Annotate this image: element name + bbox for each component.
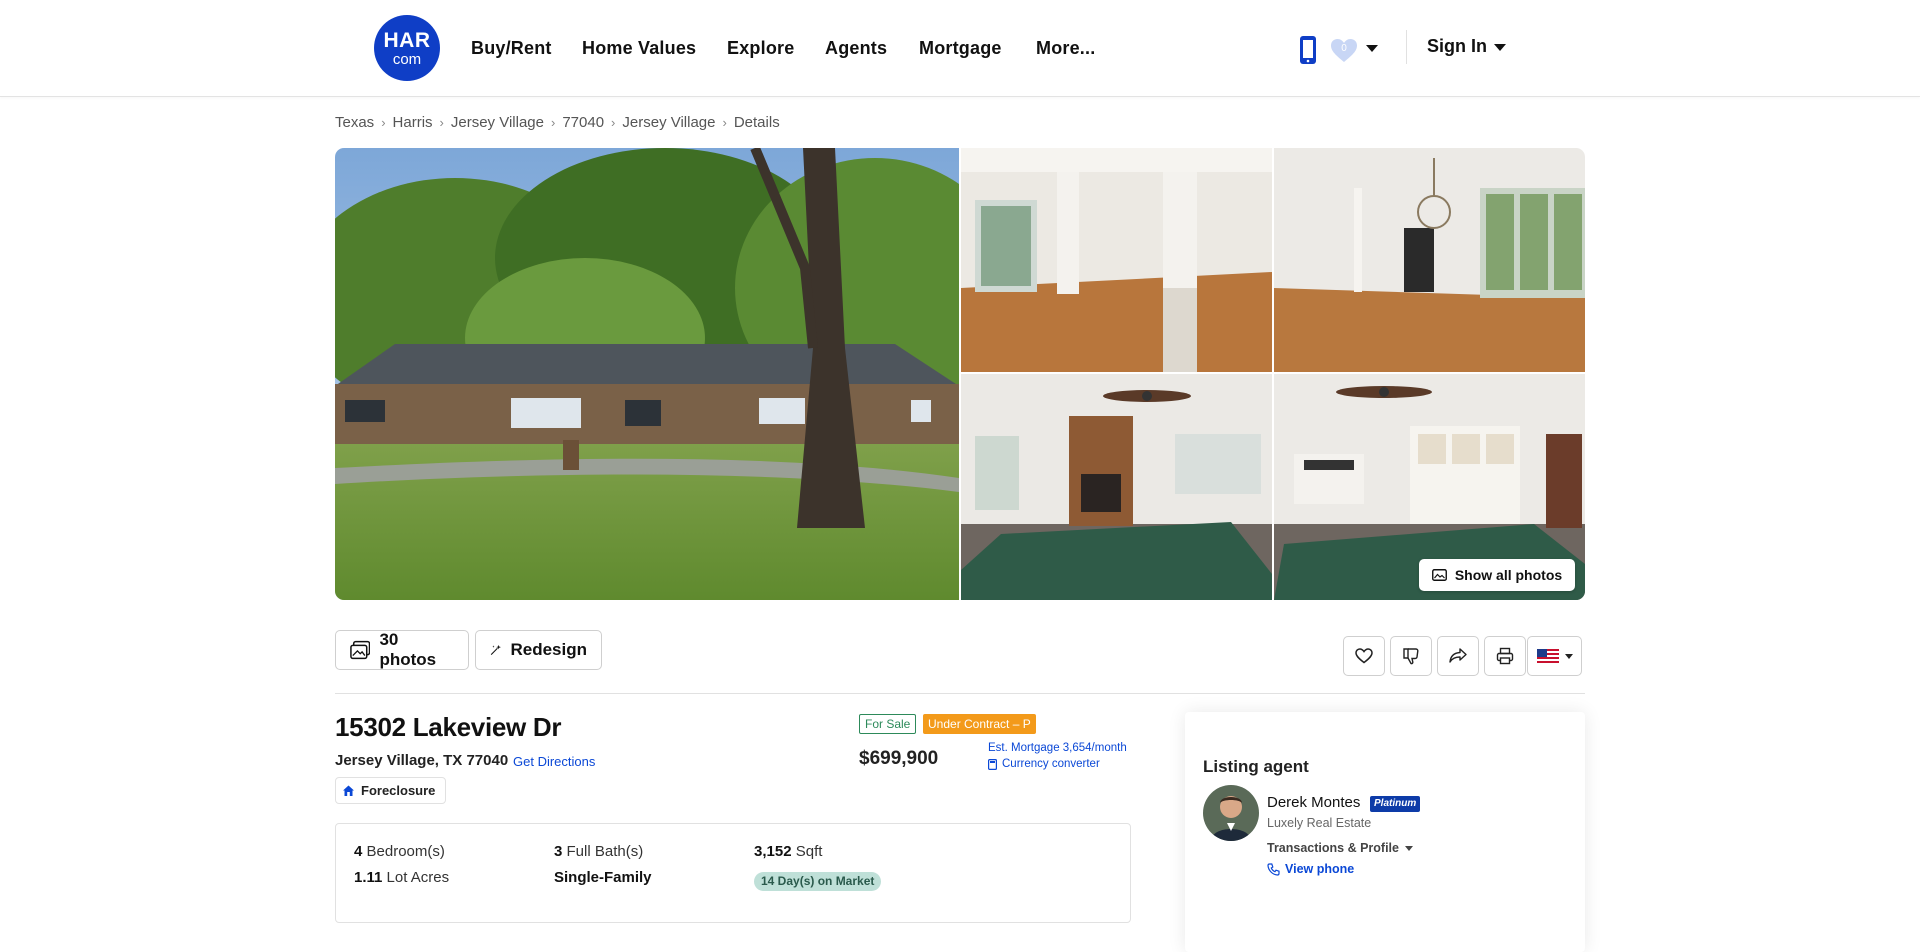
lot-fact: 1.11 Lot Acres: [354, 869, 449, 886]
nav-buy-rent[interactable]: Buy/Rent: [471, 38, 552, 59]
breadcrumb-jersey-village[interactable]: Jersey Village: [451, 114, 544, 131]
sqft-label: Sqft: [795, 843, 823, 860]
photos-count-label: 30 photos: [379, 630, 437, 669]
lot-label: Lot Acres: [386, 869, 450, 886]
logo-text-bottom: com: [392, 51, 422, 68]
dislike-button[interactable]: [1390, 636, 1432, 676]
nav-mortgage[interactable]: Mortgage: [919, 38, 1002, 59]
photo-living-room[interactable]: [961, 148, 1272, 372]
currency-converter-link[interactable]: Currency converter: [988, 758, 1100, 770]
listing-price: $699,900: [859, 748, 939, 769]
under-contract-badge: Under Contract – P: [923, 714, 1036, 734]
transactions-profile-dropdown[interactable]: Transactions & Profile: [1267, 841, 1413, 855]
days-on-market-badge: 14 Day(s) on Market: [754, 872, 882, 891]
photo-front-exterior[interactable]: [335, 148, 959, 600]
agent-name[interactable]: Derek Montes: [1267, 794, 1360, 811]
platinum-badge: Platinum: [1370, 796, 1421, 812]
us-flag-icon: [1536, 649, 1559, 663]
baths-fact: 3 Full Bath(s): [554, 843, 643, 860]
listing-city-line: Jersey Village, TX 77040: [335, 752, 509, 769]
photo-gallery: [335, 148, 1585, 600]
redesign-label: Redesign: [510, 640, 587, 659]
favorites-chevron-down-icon[interactable]: [1366, 45, 1378, 52]
thumbs-down-icon: [1403, 648, 1419, 665]
lot-value: 1.11: [354, 869, 383, 886]
sign-in-button[interactable]: Sign In: [1427, 36, 1487, 57]
section-divider: [335, 693, 1585, 694]
header-divider: [1406, 30, 1407, 64]
breadcrumb-zip[interactable]: 77040: [562, 114, 604, 131]
print-button[interactable]: [1484, 636, 1526, 676]
photo-dining-room[interactable]: [1274, 148, 1585, 372]
sqft-value: 3,152: [754, 843, 792, 860]
mobile-phone-icon[interactable]: [1298, 35, 1318, 70]
currency-converter-label: Currency converter: [1002, 758, 1100, 770]
photo-family-room-fireplace[interactable]: [961, 374, 1272, 600]
bedrooms-label: Bedroom(s): [366, 843, 445, 860]
nav-home-values[interactable]: Home Values: [582, 38, 696, 59]
calculator-icon: [988, 758, 997, 770]
sqft-fact: 3,152 Sqft: [754, 843, 822, 860]
baths-label: Full Bath(s): [566, 843, 644, 860]
breadcrumb-subdivision[interactable]: Jersey Village: [622, 114, 715, 131]
breadcrumb-details: Details: [733, 114, 780, 131]
breadcrumb-texas[interactable]: Texas: [335, 114, 374, 131]
favorites-count: 0: [1341, 43, 1347, 54]
site-header: HAR com Buy/Rent Home Values Explore Age…: [0, 0, 1920, 97]
est-mortgage-link[interactable]: Est. Mortgage 3,654/month: [988, 742, 1127, 754]
get-directions-link[interactable]: Get Directions: [513, 754, 595, 769]
view-phone-label: View phone: [1285, 862, 1355, 876]
breadcrumb: Texas › Harris › Jersey Village › 77040 …: [335, 114, 780, 131]
listing-agent-card: Listing agent Derek Montes Platinum Luxe…: [1185, 712, 1585, 952]
language-selector[interactable]: [1527, 636, 1582, 676]
photo-icon: [1431, 569, 1447, 581]
har-logo[interactable]: HAR com: [374, 15, 440, 81]
favorites-heart-icon[interactable]: 0: [1330, 38, 1358, 69]
breadcrumb-chevron-right-icon: ›: [439, 115, 444, 130]
bedrooms-value: 4: [354, 843, 363, 860]
phone-icon: [1267, 862, 1280, 876]
nav-explore[interactable]: Explore: [727, 38, 794, 59]
nav-more[interactable]: More...: [1036, 38, 1095, 59]
share-button[interactable]: [1437, 636, 1479, 676]
photos-icon: [350, 640, 371, 660]
breadcrumb-chevron-right-icon: ›: [381, 115, 386, 130]
baths-value: 3: [554, 843, 563, 860]
property-type: Single-Family: [554, 869, 652, 886]
transactions-chevron-down-icon: [1404, 845, 1413, 851]
print-icon: [1496, 647, 1514, 665]
listing-address: 15302 Lakeview Dr: [335, 712, 562, 742]
house-icon: [343, 785, 354, 796]
breadcrumb-chevron-right-icon: ›: [550, 115, 556, 130]
agent-office: Luxely Real Estate: [1267, 816, 1372, 830]
transactions-profile-label: Transactions & Profile: [1267, 841, 1399, 855]
breadcrumb-chevron-right-icon: ›: [611, 115, 616, 130]
sign-in-chevron-down-icon[interactable]: [1494, 44, 1506, 51]
agent-avatar[interactable]: [1203, 785, 1259, 841]
nav-agents[interactable]: Agents: [825, 38, 887, 59]
share-icon: [1449, 648, 1467, 663]
logo-text-top: HAR: [383, 29, 431, 52]
language-chevron-down-icon: [1564, 653, 1573, 659]
favorite-button[interactable]: [1343, 636, 1385, 676]
breadcrumb-chevron-right-icon: ›: [722, 115, 727, 130]
redesign-button[interactable]: Redesign: [475, 630, 602, 670]
breadcrumb-harris[interactable]: Harris: [393, 114, 433, 131]
foreclosure-tag: Foreclosure: [335, 777, 447, 804]
for-sale-badge: For Sale: [859, 714, 917, 734]
magic-wand-icon: [490, 644, 501, 655]
foreclosure-label: Foreclosure: [361, 783, 436, 798]
photos-count-button[interactable]: 30 photos: [335, 630, 469, 670]
heart-icon: [1355, 648, 1373, 664]
property-facts: 4 Bedroom(s) 3 Full Bath(s) 3,152 Sqft 1…: [335, 823, 1131, 923]
bedrooms-fact: 4 Bedroom(s): [354, 843, 445, 860]
show-all-photos-button[interactable]: Show all photos: [1419, 559, 1575, 591]
view-phone-link[interactable]: View phone: [1267, 862, 1354, 876]
show-all-photos-label: Show all photos: [1454, 567, 1563, 583]
listing-agent-title: Listing agent: [1203, 757, 1309, 776]
